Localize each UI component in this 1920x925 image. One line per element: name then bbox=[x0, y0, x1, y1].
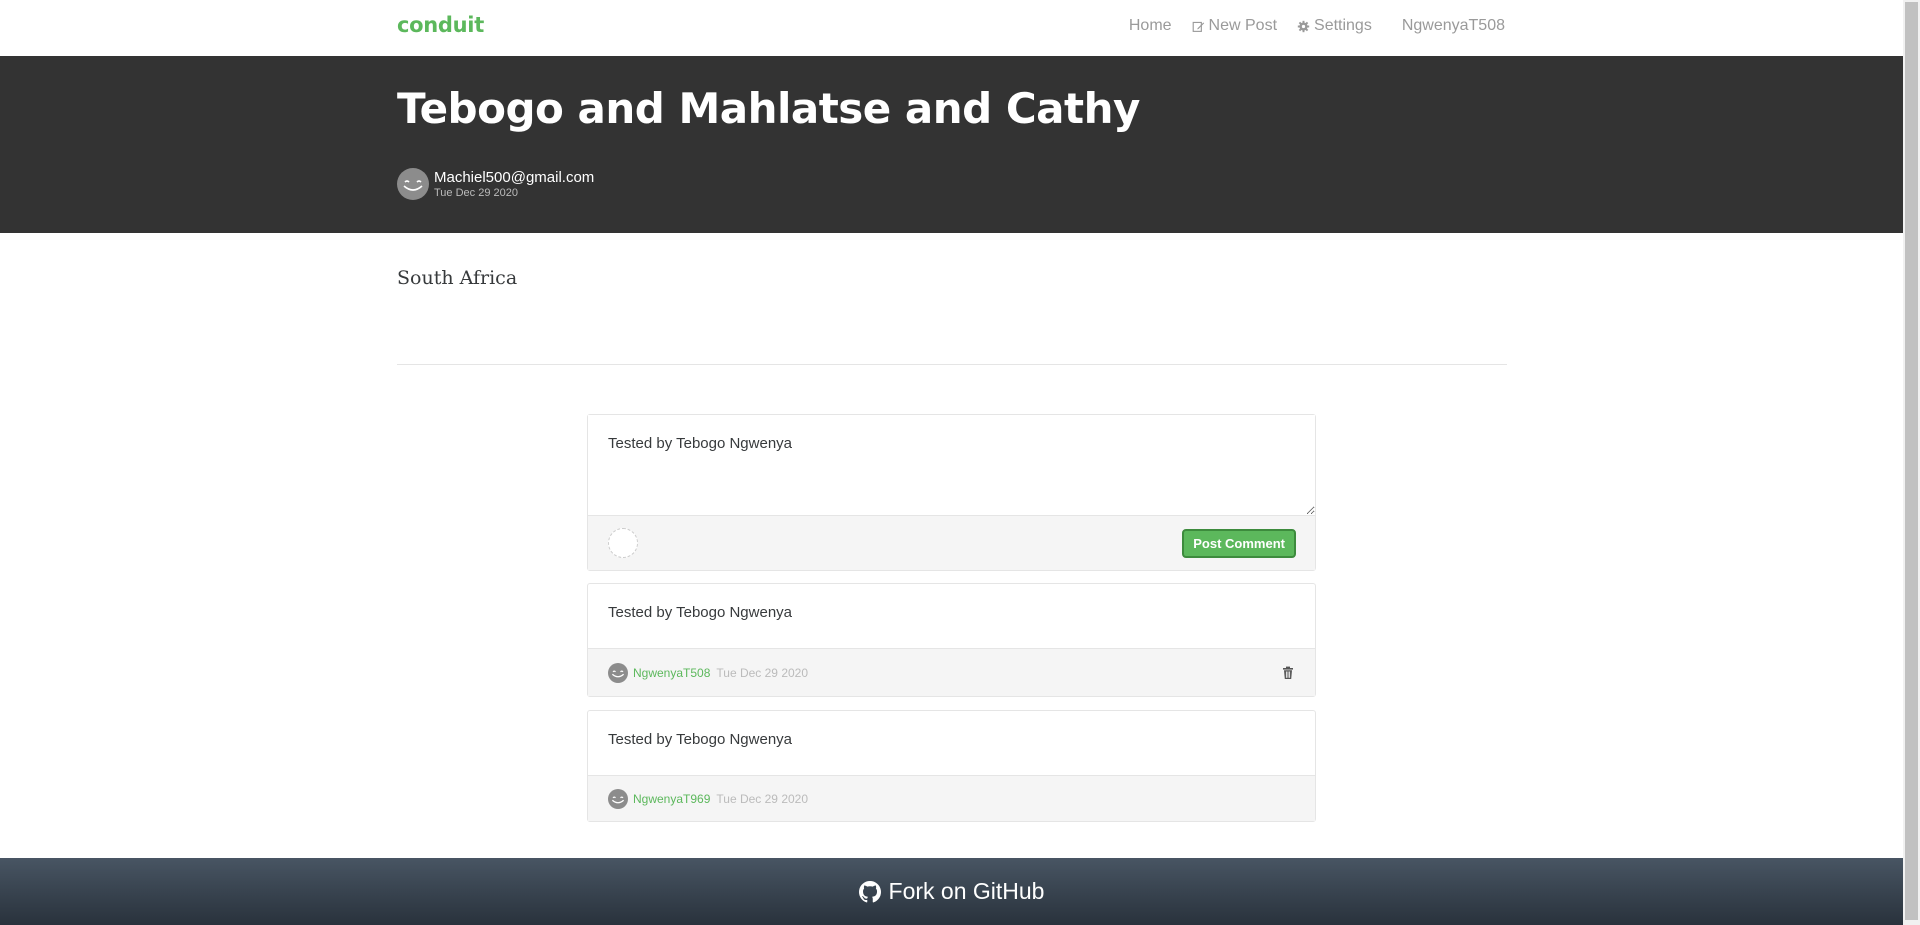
navbar: conduit Home New Post Settings NgwenyaT5… bbox=[0, 0, 1903, 56]
author-info: Machiel500@gmail.com Tue Dec 29 2020 bbox=[434, 170, 594, 199]
nav-new-post-label: New Post bbox=[1208, 17, 1278, 34]
nav-new-post[interactable]: New Post bbox=[1182, 17, 1287, 35]
comment-author-avatar[interactable] bbox=[608, 662, 628, 683]
gear-icon bbox=[1297, 20, 1310, 32]
article-title: Tebogo and Mahlatse and Cathy bbox=[397, 84, 1140, 133]
article-date: Tue Dec 29 2020 bbox=[434, 186, 518, 199]
user-avatar bbox=[608, 528, 638, 558]
nav-home-label: Home bbox=[1128, 17, 1172, 34]
comment-author[interactable]: NgwenyaT508 bbox=[633, 666, 710, 680]
smiley-avatar-icon bbox=[611, 670, 625, 677]
article-meta: Machiel500@gmail.com Tue Dec 29 2020 bbox=[397, 168, 594, 200]
smiley-avatar-icon bbox=[611, 796, 625, 803]
edit-icon bbox=[1192, 21, 1204, 32]
nav-username: NgwenyaT508 bbox=[1401, 17, 1505, 34]
comment-card: Tested by Tebogo Ngwenya NgwenyaT969 Tue… bbox=[587, 710, 1316, 822]
author-avatar[interactable] bbox=[397, 168, 429, 200]
article-body: South Africa bbox=[397, 267, 518, 289]
comment-date: Tue Dec 29 2020 bbox=[716, 665, 809, 680]
comment-form: Tested by Tebogo Ngwenya Post Comment bbox=[587, 414, 1316, 571]
footer: Fork on GitHub bbox=[0, 858, 1903, 925]
brand-logo[interactable]: conduit bbox=[397, 13, 484, 37]
smiley-avatar-icon bbox=[403, 180, 423, 191]
comment-textarea[interactable]: Tested by Tebogo Ngwenya bbox=[588, 415, 1315, 515]
divider bbox=[397, 364, 1507, 365]
nav-profile[interactable]: NgwenyaT508 bbox=[1382, 17, 1505, 35]
github-label: Fork on GitHub bbox=[888, 878, 1045, 904]
trash-icon[interactable] bbox=[1281, 666, 1295, 680]
comment-author-avatar[interactable] bbox=[608, 788, 628, 809]
post-comment-button[interactable]: Post Comment bbox=[1182, 528, 1296, 558]
github-link[interactable]: Fork on GitHub bbox=[858, 878, 1045, 905]
scrollbar-thumb[interactable] bbox=[1905, 2, 1918, 920]
comment-footer: NgwenyaT508 Tue Dec 29 2020 bbox=[588, 648, 1315, 696]
comment-form-footer: Post Comment bbox=[588, 515, 1315, 570]
article-banner: Tebogo and Mahlatse and Cathy Machiel500… bbox=[0, 56, 1903, 233]
scrollbar[interactable] bbox=[1903, 0, 1920, 925]
nav-links: Home New Post Settings NgwenyaT508 bbox=[1119, 17, 1505, 35]
github-icon bbox=[858, 880, 881, 902]
comment-card: Tested by Tebogo Ngwenya NgwenyaT508 Tue… bbox=[587, 583, 1316, 697]
comment-date: Tue Dec 29 2020 bbox=[716, 791, 809, 806]
comment-author[interactable]: NgwenyaT969 bbox=[633, 792, 710, 806]
comment-footer: NgwenyaT969 Tue Dec 29 2020 bbox=[588, 775, 1315, 821]
nav-settings[interactable]: Settings bbox=[1287, 17, 1382, 35]
nav-home[interactable]: Home bbox=[1119, 17, 1182, 35]
comment-body: Tested by Tebogo Ngwenya bbox=[608, 731, 793, 748]
author-link[interactable]: Machiel500@gmail.com bbox=[434, 170, 594, 185]
nav-settings-label: Settings bbox=[1314, 17, 1372, 34]
comment-body: Tested by Tebogo Ngwenya bbox=[608, 604, 793, 621]
